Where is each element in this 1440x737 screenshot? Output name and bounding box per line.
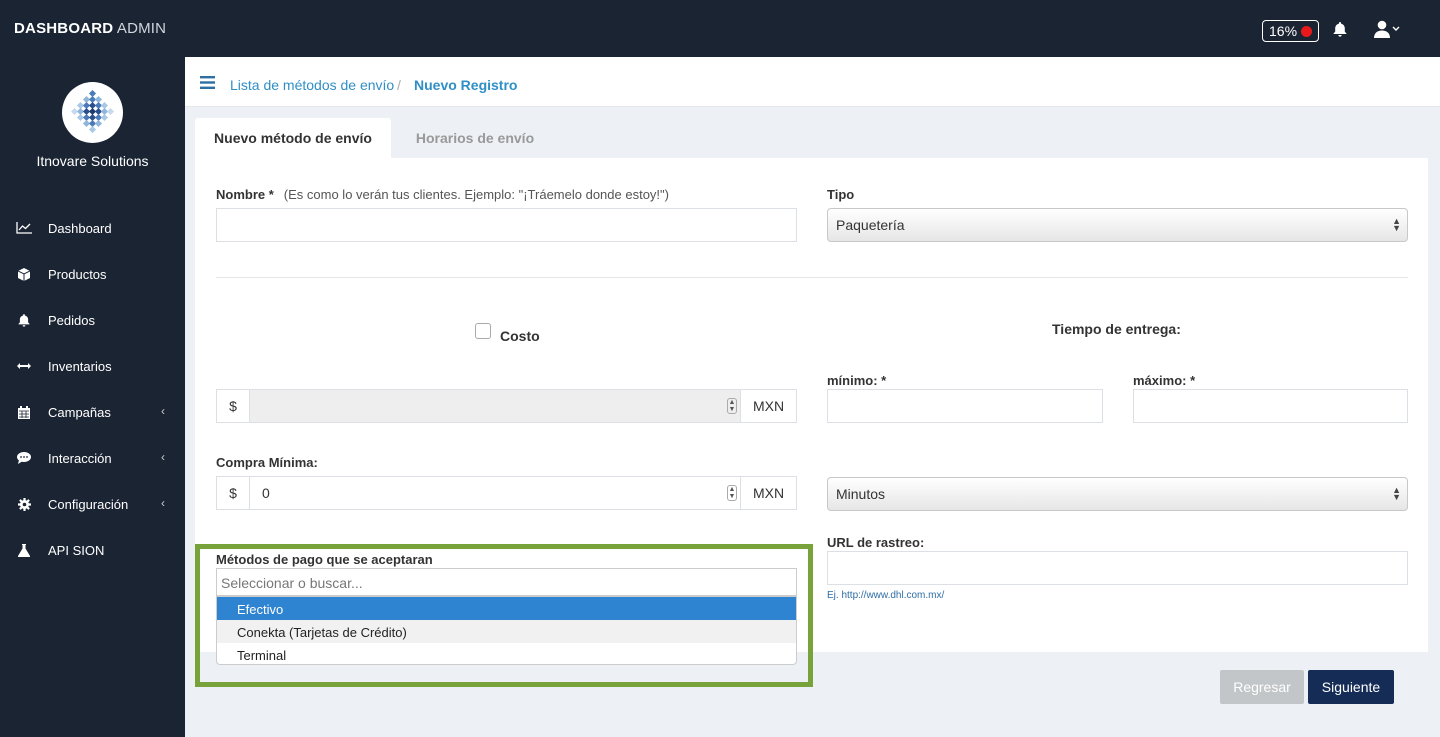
gear-icon xyxy=(0,497,48,511)
url-rastreo-label: URL de rastreo: xyxy=(827,535,925,550)
section-divider xyxy=(216,277,1408,278)
sidebar-item-api-sion[interactable]: API SION xyxy=(0,535,185,565)
sidebar-item-label: Interacción xyxy=(48,450,112,466)
sidebar-item-interaccion[interactable]: Interacción ‹ xyxy=(0,443,185,473)
cube-icon xyxy=(0,267,48,281)
sidebar-item-label: Productos xyxy=(48,266,107,282)
maximo-input[interactable] xyxy=(1133,389,1408,423)
sidebar-item-label: Dashboard xyxy=(48,220,112,236)
bell-icon xyxy=(0,313,48,327)
tipo-select-value: Paquetería xyxy=(836,217,905,233)
nombre-label: Nombre * (Es como lo verán tus clientes. … xyxy=(216,187,669,202)
tab-nuevo-metodo[interactable]: Nuevo método de envío xyxy=(195,118,391,158)
costo-label: Costo xyxy=(500,328,540,344)
unidad-tiempo-value: Minutos xyxy=(836,486,886,502)
url-rastreo-hint: Ej. http://www.dhl.com.mx/ xyxy=(827,590,945,601)
tipo-label: Tipo xyxy=(827,187,855,202)
spinner-icon: ▲ ▼ xyxy=(727,398,737,414)
brand-bold: DASHBOARD xyxy=(14,20,114,37)
comment-icon xyxy=(0,452,48,464)
tipo-select[interactable]: Paquetería ▲ ▼ xyxy=(827,208,1408,242)
app-brand[interactable]: DASHBOARD ADMIN xyxy=(14,20,166,37)
sidebar-item-label: API SION xyxy=(48,542,105,558)
sidebar: Itnovare Solutions Dashboard Productos P… xyxy=(0,57,185,737)
user-menu[interactable] xyxy=(1374,20,1400,43)
costo-input xyxy=(249,389,741,423)
flask-icon xyxy=(0,543,48,557)
highlight-box xyxy=(195,544,813,687)
costo-checkbox[interactable] xyxy=(475,323,491,339)
currency-symbol: $ xyxy=(216,389,250,423)
maximo-label: máximo: * xyxy=(1133,373,1196,388)
status-dot-icon xyxy=(1301,26,1312,37)
sidebar-item-label: Campañas xyxy=(48,404,111,420)
currency-symbol: $ xyxy=(216,476,250,510)
nombre-hint: (Es como lo verán tus clientes. Ejemplo:… xyxy=(283,187,669,202)
currency-addon: MXN xyxy=(740,476,797,510)
back-button[interactable]: Regresar xyxy=(1220,670,1304,704)
breadcrumb-separator: / xyxy=(397,77,401,93)
spinner-icon[interactable]: ▲ ▼ xyxy=(727,485,737,501)
sidebar-item-dashboard[interactable]: Dashboard xyxy=(0,213,185,243)
notifications-bell-icon[interactable] xyxy=(1333,22,1347,42)
sidebar-item-configuracion[interactable]: Configuración ‹ xyxy=(0,489,185,519)
compra-minima-label: Compra Mínima: xyxy=(216,455,318,470)
currency-addon: MXN xyxy=(740,389,797,423)
nombre-input[interactable] xyxy=(216,208,797,242)
top-navbar: DASHBOARD ADMIN 16% xyxy=(0,0,1440,57)
hamburger-menu-icon[interactable] xyxy=(200,76,215,94)
compra-minima-input[interactable]: 0 xyxy=(249,476,741,510)
next-button[interactable]: Siguiente xyxy=(1308,670,1394,704)
tiempo-entrega-label: Tiempo de entrega: xyxy=(1052,321,1181,337)
minimo-label: mínimo: * xyxy=(827,373,887,388)
chevron-left-icon: ‹ xyxy=(161,496,165,510)
sidebar-item-productos[interactable]: Productos xyxy=(0,259,185,289)
sidebar-item-label: Configuración xyxy=(48,496,129,512)
url-rastreo-input[interactable] xyxy=(827,551,1408,585)
breadcrumb-current: Nuevo Registro xyxy=(414,77,518,93)
nombre-label-text: Nombre * xyxy=(216,187,274,202)
unidad-tiempo-select[interactable]: Minutos ▲ ▼ xyxy=(827,477,1408,511)
company-logo xyxy=(62,82,123,143)
usage-badge[interactable]: 16% xyxy=(1262,20,1319,42)
chevron-left-icon: ‹ xyxy=(161,404,165,418)
tab-horarios[interactable]: Horarios de envío xyxy=(391,118,559,158)
sidebar-item-inventarios[interactable]: Inventarios xyxy=(0,351,185,381)
minimo-input[interactable] xyxy=(827,389,1103,423)
chevron-left-icon: ‹ xyxy=(161,450,165,464)
compra-minima-value: 0 xyxy=(262,485,270,501)
select-arrows-icon: ▲ ▼ xyxy=(1392,485,1401,502)
breadcrumb: Lista de métodos de envío / Nuevo Regist… xyxy=(185,57,1440,107)
brand-light: ADMIN xyxy=(116,20,167,37)
usage-percent: 16% xyxy=(1269,23,1298,39)
arrows-horizontal-icon xyxy=(0,362,48,370)
breadcrumb-parent-link[interactable]: Lista de métodos de envío xyxy=(230,77,394,93)
select-arrows-icon: ▲ ▼ xyxy=(1392,216,1401,233)
company-name: Itnovare Solutions xyxy=(36,153,149,169)
chart-line-icon xyxy=(0,222,48,234)
sidebar-item-campanas[interactable]: Campañas ‹ xyxy=(0,397,185,427)
sidebar-item-pedidos[interactable]: Pedidos xyxy=(0,305,185,335)
sidebar-item-label: Inventarios xyxy=(48,358,112,374)
calendar-icon xyxy=(0,405,48,419)
sidebar-item-label: Pedidos xyxy=(48,312,95,328)
